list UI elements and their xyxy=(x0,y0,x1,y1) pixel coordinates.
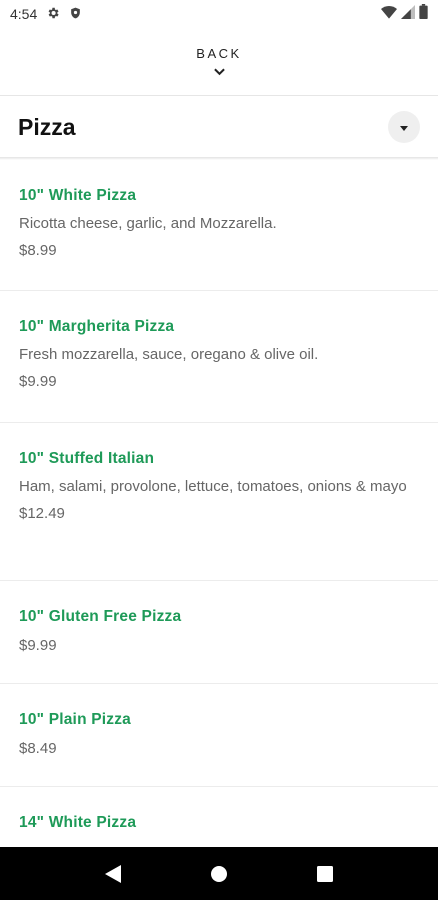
status-left: 4:54 xyxy=(10,6,82,23)
recents-square-icon[interactable] xyxy=(305,854,345,894)
back-button[interactable]: BACK xyxy=(0,38,438,86)
item-description: Ricotta cheese, garlic, and Mozzarella. xyxy=(19,215,277,232)
wifi-icon xyxy=(381,5,397,24)
home-circle-icon[interactable] xyxy=(199,854,239,894)
item-name: 10" Plain Pizza xyxy=(19,711,132,728)
menu-item-stuffed-italian-10[interactable]: 10" Stuffed Italian Ham, salami, provolo… xyxy=(0,423,438,581)
menu-item-gluten-free-pizza-10[interactable]: 10" Gluten Free Pizza $9.99 xyxy=(0,581,438,684)
back-triangle-icon[interactable] xyxy=(93,854,133,894)
status-time: 4:54 xyxy=(10,6,38,22)
item-price: $8.99 xyxy=(19,242,57,259)
menu-item-margherita-pizza-10[interactable]: 10" Margherita Pizza Fresh mozzarella, s… xyxy=(0,291,438,423)
item-description: Fresh mozzarella, sauce, oregano & olive… xyxy=(19,346,319,363)
signal-icon xyxy=(401,4,415,24)
item-name: 10" Stuffed Italian xyxy=(19,450,155,467)
shield-icon xyxy=(69,6,82,23)
gear-icon xyxy=(46,6,60,23)
item-price: $9.99 xyxy=(19,373,57,390)
chevron-down-icon xyxy=(213,63,225,81)
item-price: $12.49 xyxy=(19,505,65,522)
category-title: Pizza xyxy=(18,113,76,140)
item-name: 10" Margherita Pizza xyxy=(19,318,175,335)
item-price: $9.99 xyxy=(19,637,57,654)
status-bar: 4:54 xyxy=(0,0,438,28)
item-name: 14" White Pizza xyxy=(19,814,137,831)
back-label: BACK xyxy=(196,46,242,61)
caret-down-icon xyxy=(400,118,408,136)
category-header: Pizza xyxy=(0,96,438,158)
item-description: Ham, salami, provolone, lettuce, tomatoe… xyxy=(19,478,407,495)
battery-icon xyxy=(419,4,428,24)
item-price: $8.49 xyxy=(19,740,57,757)
menu-item-white-pizza-14[interactable]: 14" White Pizza xyxy=(0,787,438,847)
system-nav-bar xyxy=(0,847,438,900)
menu-item-white-pizza-10[interactable]: 10" White Pizza Ricotta cheese, garlic, … xyxy=(0,160,438,291)
menu-list[interactable]: 10" White Pizza Ricotta cheese, garlic, … xyxy=(0,160,438,847)
item-name: 10" White Pizza xyxy=(19,187,137,204)
category-dropdown-button[interactable] xyxy=(388,111,420,143)
menu-item-plain-pizza-10[interactable]: 10" Plain Pizza $8.49 xyxy=(0,684,438,787)
item-name: 10" Gluten Free Pizza xyxy=(19,608,182,625)
status-right xyxy=(381,4,428,24)
